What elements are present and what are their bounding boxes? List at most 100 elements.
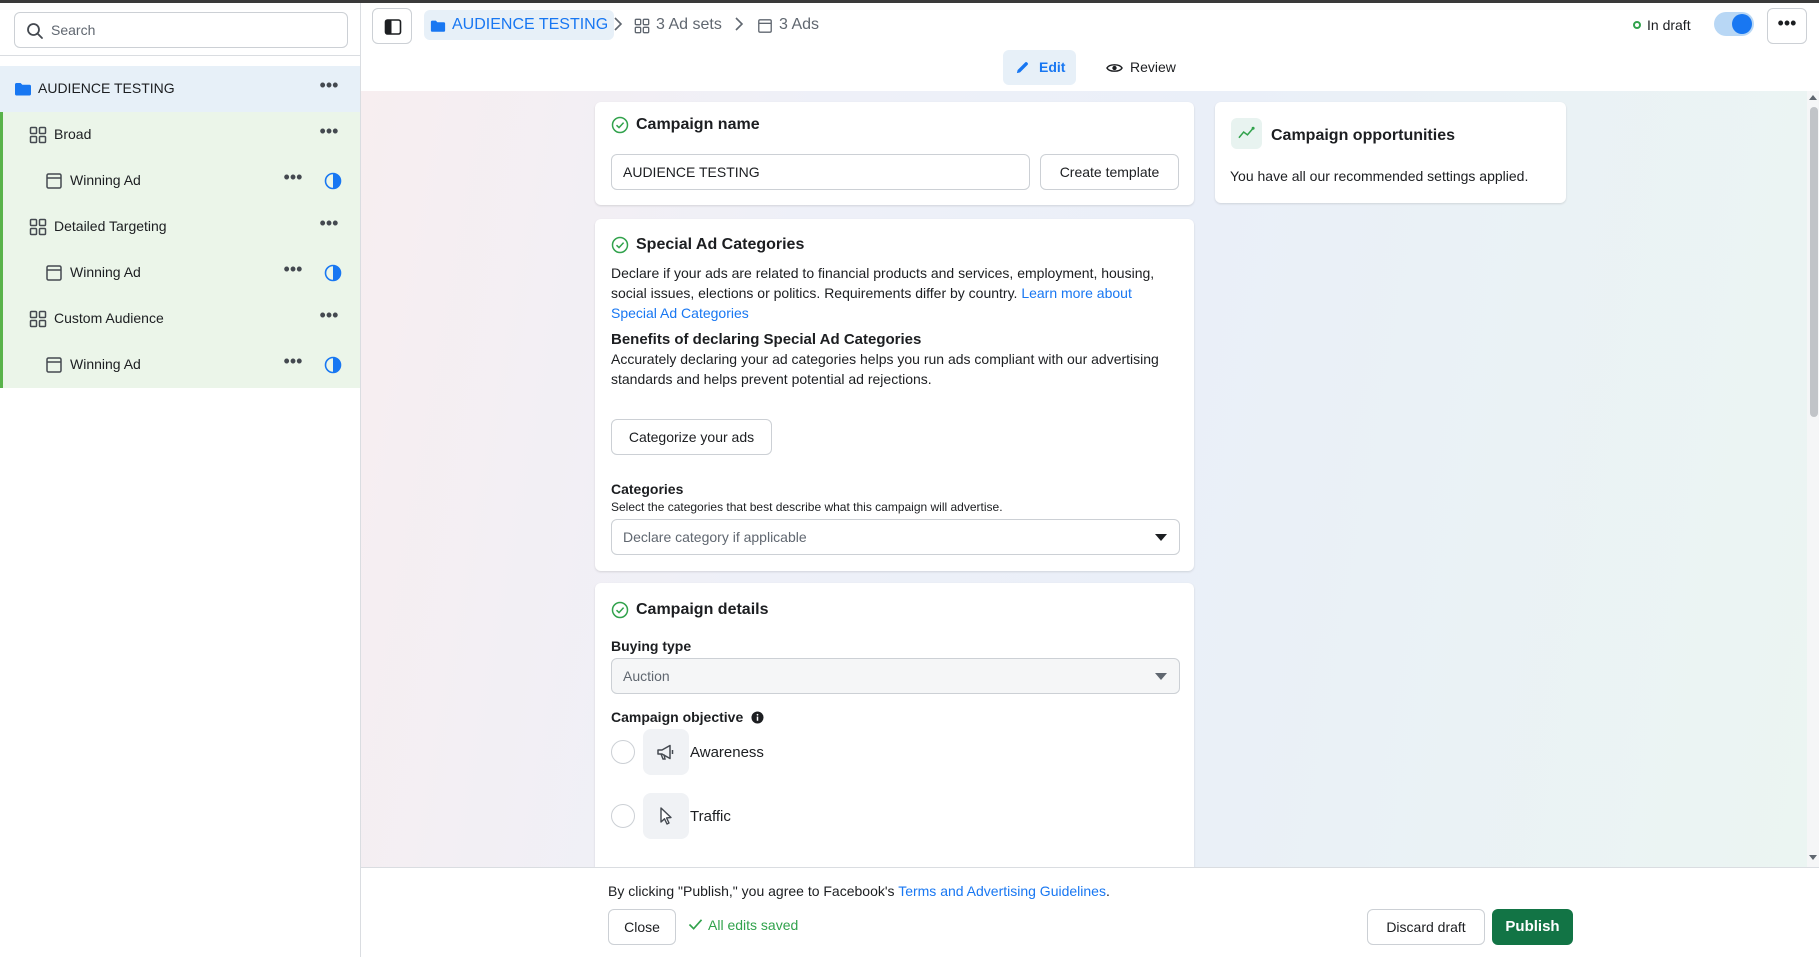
draft-status: In draft — [1631, 17, 1691, 33]
objective-traffic-icon-tile — [643, 793, 689, 839]
cursor-icon — [660, 807, 672, 825]
tab-review[interactable]: Review — [1094, 50, 1176, 85]
breadcrumb-campaign[interactable]: AUDIENCE TESTING — [424, 10, 615, 40]
agreement-text: By clicking "Publish," you agree to Face… — [608, 883, 895, 899]
objective-traffic-label[interactable]: Traffic — [690, 808, 731, 825]
discard-draft-button[interactable]: Discard draft — [1367, 909, 1485, 945]
sidebar-divider — [0, 55, 360, 56]
tree-item-label: Detailed Targeting — [54, 218, 167, 234]
tree-item-ad-winning-ad[interactable]: Winning Ad ••• — [0, 250, 360, 296]
campaign-name-input[interactable] — [611, 154, 1030, 190]
draft-status-label: In draft — [1647, 17, 1691, 33]
publish-footer: By clicking "Publish," you agree to Face… — [361, 867, 1819, 957]
buying-type-label: Buying type — [611, 638, 692, 654]
toggle-knob — [1732, 14, 1752, 34]
tree-accent-bar — [0, 204, 3, 250]
header-more-options-button[interactable]: ••• — [1767, 8, 1807, 44]
contrast-status-icon[interactable] — [324, 356, 342, 374]
tab-edit[interactable]: Edit — [1003, 50, 1076, 85]
scroll-down-arrow-icon[interactable] — [1809, 855, 1817, 860]
objective-awareness-label[interactable]: Awareness — [690, 744, 764, 761]
benefits-text: Accurately declaring your ad categories … — [611, 351, 1159, 387]
chevron-down-icon — [1155, 534, 1167, 541]
ad-window-icon — [758, 19, 772, 33]
check-circle-icon — [611, 116, 629, 134]
ad-window-icon — [46, 357, 62, 373]
categories-placeholder: Declare category if applicable — [623, 529, 807, 545]
tree-accent-bar — [0, 296, 3, 342]
toggle-sidebar-button[interactable] — [372, 8, 412, 44]
check-circle-icon — [611, 601, 629, 619]
publish-toggle[interactable] — [1714, 12, 1754, 36]
scroll-up-arrow-icon[interactable] — [1809, 95, 1817, 100]
create-template-button[interactable]: Create template — [1040, 154, 1179, 190]
eye-icon — [1106, 64, 1123, 72]
special-ad-title: Special Ad Categories — [611, 236, 804, 254]
tree-item-adset-broad[interactable]: Broad ••• — [0, 112, 360, 158]
more-options-icon[interactable]: ••• — [281, 352, 305, 376]
more-options-icon[interactable]: ••• — [317, 214, 341, 238]
tree-item-adset-custom-audience[interactable]: Custom Audience ••• — [0, 296, 360, 342]
save-status-label: All edits saved — [708, 917, 799, 933]
publish-button[interactable]: Publish — [1492, 909, 1573, 945]
editor-canvas: Campaign name Create template Campaign o… — [361, 91, 1807, 867]
tree-item-label: Winning Ad — [70, 264, 141, 280]
close-button[interactable]: Close — [608, 909, 676, 945]
breadcrumb-campaign-label: AUDIENCE TESTING — [452, 16, 609, 33]
ad-set-grid-icon — [29, 218, 47, 236]
categorize-ads-button[interactable]: Categorize your ads — [611, 419, 772, 455]
tree-item-label: Custom Audience — [54, 310, 164, 326]
categories-help-text: Select the categories that best describe… — [611, 500, 1003, 514]
status-dot-icon — [1633, 21, 1641, 29]
contrast-status-icon[interactable] — [324, 172, 342, 190]
ad-window-icon — [46, 265, 62, 281]
tree-item-adset-detailed-targeting[interactable]: Detailed Targeting ••• — [0, 204, 360, 250]
more-options-icon[interactable]: ••• — [281, 168, 305, 192]
special-ad-description: Declare if your ads are related to finan… — [611, 263, 1181, 323]
objective-awareness-radio[interactable] — [611, 740, 635, 764]
folder-icon — [15, 83, 31, 96]
breadcrumb-adsets-label: 3 Ad sets — [656, 16, 722, 33]
objective-awareness-icon-tile — [643, 729, 689, 775]
ad-window-icon — [46, 173, 62, 189]
buying-type-dropdown: Auction — [611, 658, 1180, 694]
tree-accent-bar — [0, 342, 3, 388]
agreement-suffix: . — [1105, 883, 1110, 899]
more-options-icon[interactable]: ••• — [281, 260, 305, 284]
more-options-icon[interactable]: ••• — [317, 306, 341, 330]
check-circle-icon — [611, 236, 629, 254]
info-icon[interactable] — [751, 711, 764, 724]
tree-item-label: Winning Ad — [70, 172, 141, 188]
tree-item-ad-winning-ad[interactable]: Winning Ad ••• — [0, 342, 360, 388]
opportunities-title: Campaign opportunities — [1271, 127, 1455, 144]
top-header: AUDIENCE TESTING 3 Ad sets 3 Ads In draf… — [361, 3, 1819, 50]
save-status: All edits saved — [688, 917, 798, 933]
campaign-details-card: Campaign details Buying type Auction Cam… — [595, 583, 1194, 867]
categories-dropdown[interactable]: Declare category if applicable — [611, 519, 1180, 555]
breadcrumb-adsets[interactable]: 3 Ad sets — [634, 10, 722, 40]
tree-item-ad-winning-ad[interactable]: Winning Ad ••• — [0, 158, 360, 204]
ad-set-grid-icon — [29, 126, 47, 144]
search-box[interactable] — [14, 12, 348, 48]
objective-traffic-radio[interactable] — [611, 804, 635, 828]
scrollbar-thumb[interactable] — [1810, 107, 1818, 417]
breadcrumb-ads-label: 3 Ads — [779, 16, 820, 33]
tree-item-campaign[interactable]: AUDIENCE TESTING ••• — [0, 66, 360, 112]
campaign-objective-label: Campaign objective — [611, 709, 764, 725]
contrast-status-icon[interactable] — [324, 264, 342, 282]
more-options-icon[interactable]: ••• — [317, 122, 341, 146]
tree-accent-bar — [0, 112, 3, 158]
campaign-details-title-text: Campaign details — [636, 601, 769, 618]
categories-label: Categories — [611, 481, 684, 497]
folder-icon — [430, 20, 446, 32]
terms-link[interactable]: Terms and Advertising Guidelines — [898, 883, 1106, 899]
search-input[interactable] — [51, 13, 341, 47]
breadcrumb-ads[interactable]: 3 Ads — [757, 10, 819, 40]
more-options-icon[interactable]: ••• — [317, 76, 341, 100]
campaign-opportunities-card: Campaign opportunities You have all our … — [1215, 102, 1566, 203]
tree-item-label: AUDIENCE TESTING — [38, 80, 175, 96]
campaign-name-title-text: Campaign name — [636, 116, 760, 133]
tree-accent-bar — [0, 158, 3, 204]
campaign-details-title: Campaign details — [611, 601, 768, 619]
tree-accent-bar — [0, 250, 3, 296]
